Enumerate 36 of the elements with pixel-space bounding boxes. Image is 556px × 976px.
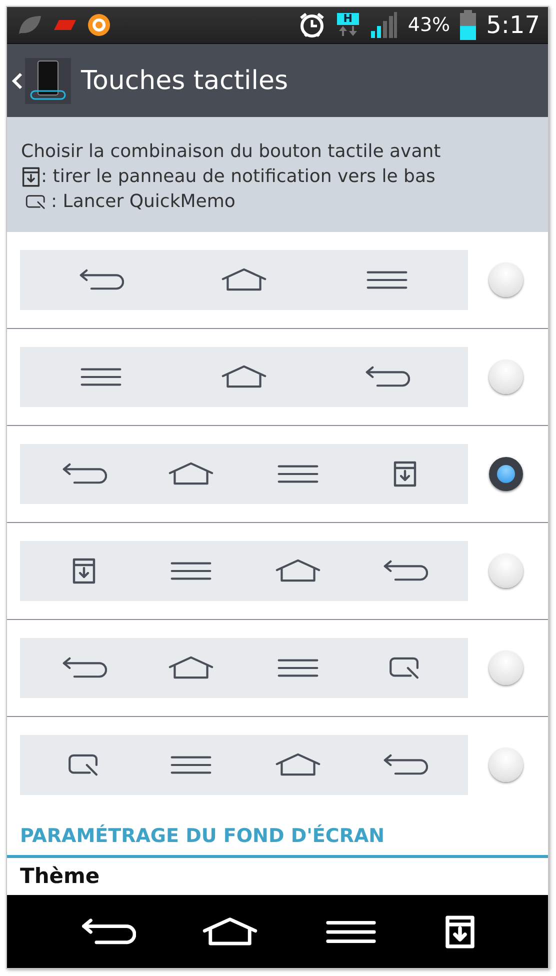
nav-key[interactable] xyxy=(80,916,136,946)
description-text: Choisir la combinaison du bouton tactile avant xyxy=(21,140,442,164)
chevron-left-icon xyxy=(11,72,23,90)
home-icon xyxy=(202,916,258,946)
radio-button[interactable] xyxy=(489,748,523,782)
home-icon xyxy=(221,267,267,293)
setting-item[interactable]: Thème xyxy=(7,858,548,894)
home-icon xyxy=(168,461,214,487)
radio-button[interactable] xyxy=(489,651,523,685)
radio-button[interactable] xyxy=(489,263,523,297)
signal-icon xyxy=(370,11,398,39)
carrier-logo-icon xyxy=(53,18,77,32)
home-icon xyxy=(221,364,267,390)
screen-title: Touches tactiles xyxy=(81,66,288,96)
leaf-icon xyxy=(17,14,43,36)
battery-icon xyxy=(460,10,476,40)
home-icon xyxy=(274,558,320,584)
radio-button[interactable] xyxy=(489,457,523,491)
pull-down-panel-icon xyxy=(21,166,41,186)
legend-text: : tirer le panneau de notification vers le bas xyxy=(41,165,436,189)
radio-button[interactable] xyxy=(489,360,523,394)
nav-key[interactable] xyxy=(202,916,258,946)
network-badge: H xyxy=(336,13,359,25)
legend-text: : Lancer QuickMemo xyxy=(51,190,236,214)
battery-percent: 43% xyxy=(408,14,450,36)
back-button[interactable] xyxy=(11,72,23,90)
app-circle-icon xyxy=(87,13,111,37)
clock-time: 5:17 xyxy=(486,11,540,39)
home-icon xyxy=(274,752,320,778)
data-arrows-icon xyxy=(338,25,358,37)
radio-button[interactable] xyxy=(489,554,523,588)
phone-app-icon xyxy=(25,58,71,104)
back-arrow-icon xyxy=(80,916,136,946)
alarm-clock-icon xyxy=(298,11,326,39)
home-icon xyxy=(168,655,214,681)
section-header: PARAMÉTRAGE DU FOND D'ÉCRAN xyxy=(7,813,548,858)
